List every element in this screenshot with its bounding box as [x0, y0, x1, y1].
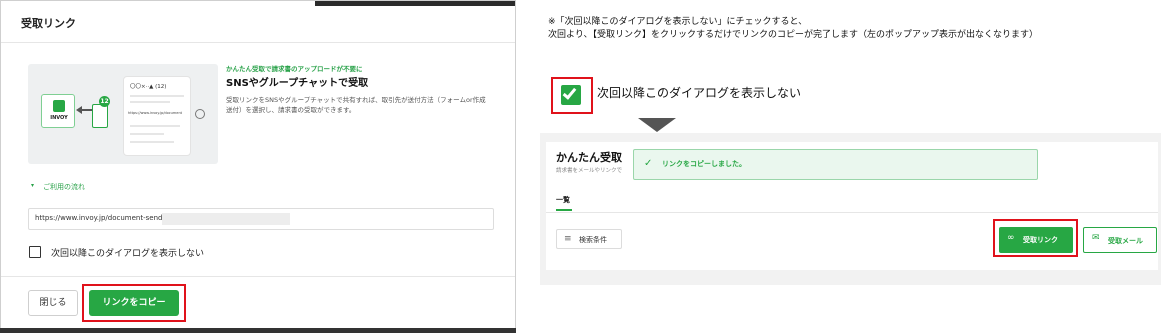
- check-icon: ✓: [644, 158, 653, 169]
- mail-icon: ✉: [1092, 233, 1100, 243]
- invoy-logo-text: INVOY: [50, 115, 68, 121]
- arrow-shaft: [78, 109, 92, 111]
- dialog-header: 受取リンク: [1, 1, 515, 43]
- chat-line: [130, 133, 164, 135]
- checkbox-highlight: [551, 77, 593, 114]
- document-icon: [92, 104, 108, 128]
- chat-line: [130, 95, 184, 97]
- caret-down-icon: ▾: [31, 182, 35, 189]
- receive-mail-label: 受取メール: [1108, 237, 1143, 245]
- chat-card-url: https://www.invoy.jp/document: [128, 111, 183, 115]
- chat-line: [130, 141, 174, 143]
- receive-link-label: 受取リンク: [1023, 236, 1058, 244]
- copy-toast: ✓ リンクをコピーしました。: [633, 149, 1038, 180]
- app-page-title: かんたん受取: [556, 151, 622, 164]
- note-line-1: ※「次回以降このダイアログを表示しない」にチェックすると、: [548, 17, 808, 27]
- filter-icon: ≡: [564, 234, 572, 244]
- receive-mail-button[interactable]: ✉ 受取メール: [1083, 227, 1157, 253]
- feature-tagline: かんたん受取で請求書のアップロードが不要に: [226, 65, 363, 73]
- link-url-field[interactable]: https://www.invoy.jp/document-send/: [28, 208, 494, 230]
- background-strip: [315, 1, 515, 6]
- bottom-edge: [0, 328, 516, 333]
- filter-label: 検索条件: [579, 236, 607, 244]
- dialog-title: 受取リンク: [21, 17, 76, 30]
- app-page-subtitle: 請求書をメールやリンクで: [556, 168, 623, 174]
- invoy-logo-mark-icon: [53, 100, 65, 112]
- screenshot-page: 受取リンク INVOY 12 〇〇×··▲ (12) https://www.i…: [0, 0, 1172, 333]
- down-arrow-icon: [638, 118, 676, 132]
- feature-description: 受取リンクをSNSやグループチャットで共有すれば、取引先が送付方法（フォームor…: [226, 96, 486, 114]
- chat-line: [130, 125, 180, 127]
- filter-button[interactable]: ≡ 検索条件: [556, 229, 622, 249]
- note-line-2: 次回より、【受取リンク】をクリックするだけでリンクのコピーが完了します（左のポッ…: [548, 30, 1038, 40]
- chat-line: [130, 101, 170, 103]
- chat-card-header: 〇〇×··▲ (12): [130, 84, 167, 90]
- receive-link-dialog: 受取リンク INVOY 12 〇〇×··▲ (12) https://www.i…: [0, 0, 516, 333]
- receive-link-button[interactable]: ∞ 受取リンク: [999, 227, 1073, 253]
- dont-show-checkbox[interactable]: [29, 246, 41, 258]
- usage-flow-toggle[interactable]: ご利用の流れ: [43, 182, 85, 192]
- invoy-logo: INVOY: [41, 94, 75, 128]
- active-tab-indicator: [556, 209, 572, 211]
- close-button[interactable]: 閉じる: [28, 290, 78, 316]
- link-icon: ∞: [1007, 233, 1015, 243]
- dont-show-label: 次回以降このダイアログを表示しない: [51, 249, 205, 259]
- toast-message: リンクをコピーしました。: [662, 160, 746, 168]
- user-icon: [195, 109, 205, 119]
- feature-illustration: INVOY 12 〇〇×··▲ (12) https://www.invoy.j…: [28, 64, 218, 164]
- count-badge: 12: [99, 96, 110, 107]
- dialog-footer-divider: [1, 276, 515, 277]
- masked-token: [162, 213, 290, 225]
- demo-checkbox-label: 次回以降このダイアログを表示しない: [597, 86, 802, 100]
- chat-card-illustration: 〇〇×··▲ (12) https://www.invoy.jp/documen…: [123, 76, 191, 156]
- tab-divider: [546, 212, 1158, 213]
- copy-link-button[interactable]: リンクをコピー: [89, 290, 179, 316]
- tab-list[interactable]: 一覧: [556, 195, 570, 205]
- link-url-value: https://www.invoy.jp/document-send/: [35, 214, 165, 222]
- feature-heading: SNSやグループチャットで受取: [226, 78, 369, 89]
- explanation-note: ※「次回以降このダイアログを表示しない」にチェックすると、 次回より、【受取リン…: [548, 16, 1038, 42]
